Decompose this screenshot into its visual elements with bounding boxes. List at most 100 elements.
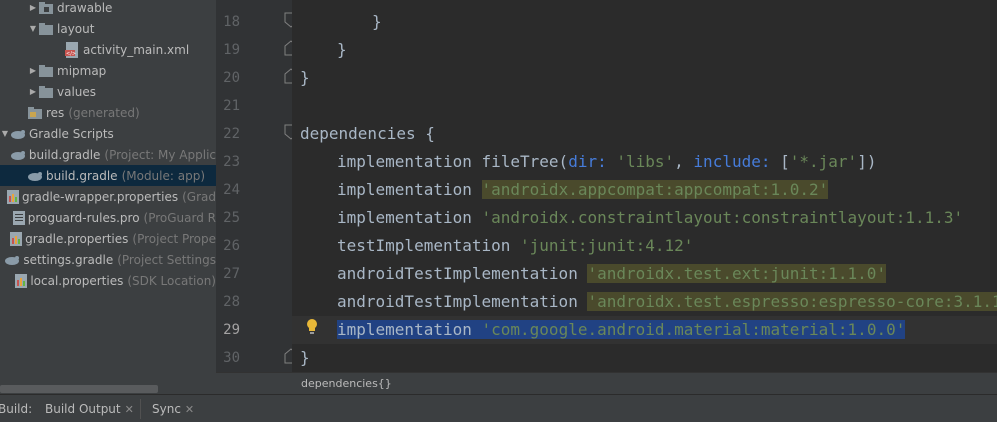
text-file-icon: [12, 210, 25, 226]
tree-item-res-generated[interactable]: res (generated): [0, 102, 216, 123]
tree-item-proguard-rules[interactable]: proguard-rules.pro (ProGuard R: [0, 207, 216, 228]
folder-icon: [38, 84, 54, 100]
line-number: 18: [223, 14, 240, 30]
line-number: 28: [223, 294, 240, 310]
tab-build-output[interactable]: Build Output ✕: [45, 402, 134, 416]
tree-item-settings-gradle[interactable]: settings.gradle (Project Settings: [0, 249, 216, 270]
tree-item-gradle-scripts[interactable]: ▼ Gradle Scripts: [0, 123, 216, 144]
tree-item-label: build.gradle: [46, 168, 118, 183]
code-text: implementation: [337, 320, 482, 339]
svg-text:</>: </>: [66, 51, 76, 57]
line-number: 22: [223, 126, 240, 142]
line-number: 30: [223, 350, 240, 366]
string-literal: 'androidx.constraintlayout:constraintlay…: [481, 208, 964, 227]
expand-arrow-icon[interactable]: ▶: [28, 3, 38, 12]
tree-item-label: values: [57, 84, 97, 99]
code-text: }: [372, 12, 382, 31]
tree-item-gradle-wrapper-properties[interactable]: gradle-wrapper.properties (Grad: [0, 186, 216, 207]
folder-icon: [38, 63, 54, 79]
tree-item-label: proguard-rules.pro: [27, 210, 140, 225]
breadcrumb-item[interactable]: dependencies{}: [301, 377, 392, 390]
project-tree-panel: ▶ drawable ▼ layout </> activity_main.xm…: [0, 0, 216, 394]
tree-item-hint: (ProGuard R: [143, 210, 216, 225]
tab-sync[interactable]: Sync ✕: [152, 402, 194, 416]
tree-item-mipmap[interactable]: ▶ mipmap: [0, 60, 216, 81]
tree-item-label: activity_main.xml: [83, 42, 190, 57]
line-number: 26: [223, 238, 240, 254]
tab-label: Sync: [152, 402, 181, 416]
expand-arrow-icon[interactable]: ▶: [28, 66, 38, 75]
tree-item-label: gradle.properties: [25, 231, 129, 246]
properties-icon: [10, 231, 23, 247]
code-line-20: }: [292, 64, 997, 92]
tree-item-label: res: [46, 105, 65, 120]
breadcrumb: dependencies{}: [216, 372, 997, 394]
build-label: Build:: [0, 402, 33, 416]
tree-item-label: local.properties: [30, 273, 124, 288]
string-literal: '*.jar': [789, 152, 858, 171]
tree-item-build-gradle-project[interactable]: build.gradle (Project: My Applic: [0, 144, 216, 165]
tree-item-hint: (Project: My Applic: [104, 147, 216, 162]
tree-item-local-properties[interactable]: local.properties (SDK Location): [0, 270, 216, 291]
res-folder-icon: [27, 105, 43, 121]
code-text: dependencies {: [300, 124, 435, 143]
line-number: 25: [223, 210, 240, 226]
line-number: 20: [223, 70, 240, 86]
gradle-icon: [10, 147, 26, 163]
string-literal: 'com.google.android.material:material:1.…: [481, 320, 906, 339]
string-literal: 'androidx.appcompat:appcompat:1.0.2': [481, 180, 829, 199]
folder-icon: [38, 0, 54, 16]
string-literal: 'androidx.test.espresso:espresso-core:3.…: [587, 292, 997, 311]
tree-item-drawable[interactable]: ▶ drawable: [0, 0, 216, 18]
line-number: 19: [223, 42, 240, 58]
string-literal: 'junit:junit:4.12': [520, 236, 694, 255]
close-icon[interactable]: ✕: [185, 403, 194, 416]
line-number: 23: [223, 154, 240, 170]
tree-item-hint: (Module: app): [121, 168, 206, 183]
code-line-18: }: [292, 8, 997, 36]
tree-item-label: settings.gradle: [23, 252, 114, 267]
tree-item-label: build.gradle: [28, 147, 101, 162]
tree-item-label: mipmap: [57, 63, 107, 78]
tree-item-values[interactable]: ▶ values: [0, 81, 216, 102]
tree-item-gradle-properties[interactable]: gradle.properties (Project Prope: [0, 228, 216, 249]
named-arg: dir:: [568, 152, 607, 171]
tree-item-label: layout: [57, 21, 95, 36]
close-icon[interactable]: ✕: [125, 403, 134, 416]
tree-item-hint: (Grad: [182, 189, 216, 204]
expand-arrow-icon[interactable]: ▶: [28, 87, 38, 96]
gradle-icon: [27, 168, 43, 184]
line-number: 21: [223, 98, 240, 114]
line-number: 27: [223, 266, 240, 282]
tree-item-hint: (Project Settings: [117, 252, 216, 267]
collapse-arrow-icon[interactable]: ▼: [0, 129, 10, 138]
tree-item-hint: (Project Prope: [132, 231, 216, 246]
code-line-22: dependencies {: [292, 120, 997, 148]
code-text: testImplementation: [337, 236, 521, 255]
code-text: implementation: [337, 180, 482, 199]
tree-item-activity-main-xml[interactable]: </> activity_main.xml: [0, 39, 216, 60]
code-text: }: [300, 348, 310, 367]
code-text: implementation fileTree(: [337, 152, 569, 171]
tree-item-hint: (generated): [68, 105, 140, 120]
collapse-arrow-icon[interactable]: ▼: [28, 24, 38, 33]
string-literal: 'libs': [616, 152, 675, 171]
code-line-24: implementation 'androidx.appcompat:appco…: [292, 176, 997, 204]
line-number: 24: [223, 182, 240, 198]
horizontal-scrollbar[interactable]: [0, 385, 158, 393]
code-text: }: [300, 68, 310, 87]
lightbulb-icon[interactable]: [305, 318, 319, 336]
code-text: ]): [857, 152, 877, 171]
build-tool-window-bar: Build: Build Output ✕ Sync ✕: [0, 394, 997, 422]
code-line-26: testImplementation 'junit:junit:4.12': [292, 232, 997, 260]
tab-label: Build Output: [45, 402, 121, 416]
tree-item-layout[interactable]: ▼ layout: [0, 18, 216, 39]
code-editor[interactable]: } } } dependencies { implementation file…: [292, 0, 997, 372]
code-line-27: androidTestImplementation 'androidx.test…: [292, 260, 997, 288]
code-text: ,: [674, 152, 694, 171]
code-line-23: implementation fileTree(dir: 'libs', inc…: [292, 148, 997, 176]
code-line-25: implementation 'androidx.constraintlayou…: [292, 204, 997, 232]
tree-item-label: gradle-wrapper.properties: [21, 189, 179, 204]
tree-item-build-gradle-module[interactable]: build.gradle (Module: app): [0, 165, 216, 186]
xml-file-icon: </>: [64, 41, 80, 58]
